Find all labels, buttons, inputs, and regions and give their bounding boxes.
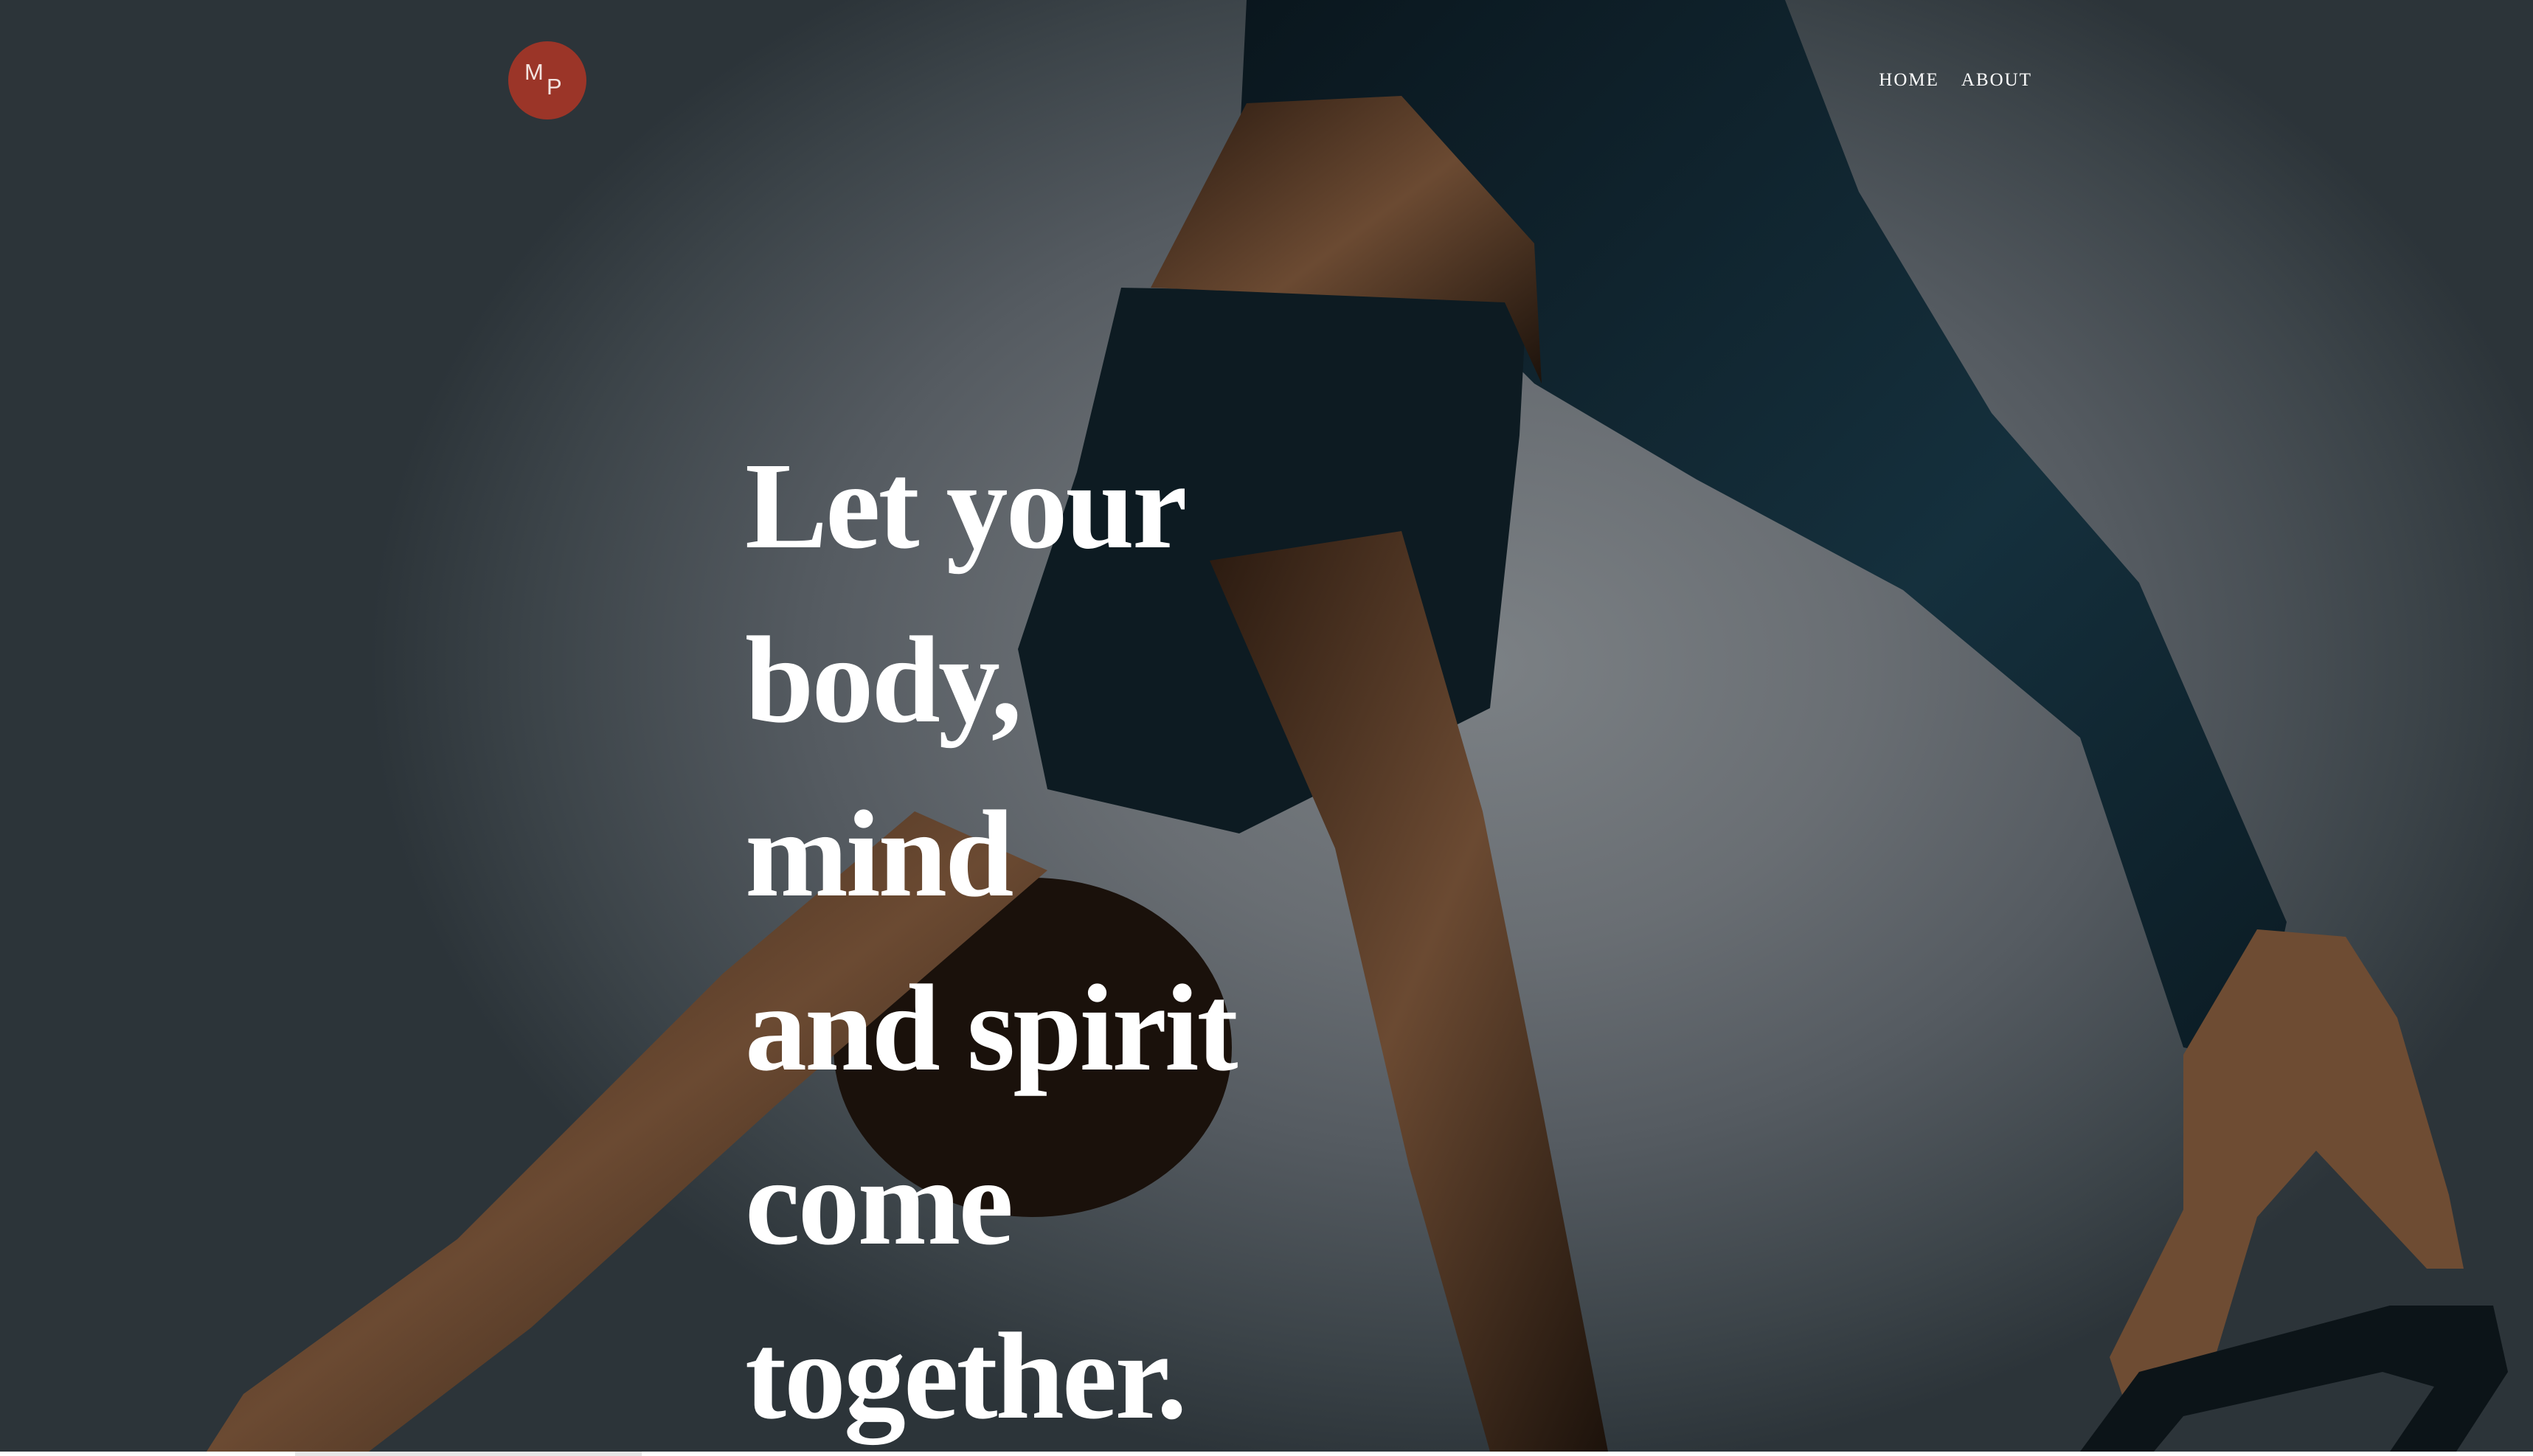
logo-letter-p: P [547, 74, 562, 100]
headline-line: come [745, 1134, 1013, 1271]
logo-monogram: M P [508, 41, 586, 119]
figure-arm-right [1210, 531, 1608, 1452]
headline-line: Let your [745, 437, 1188, 575]
headline-line: and spirit [745, 960, 1238, 1097]
bottom-edge [0, 1452, 2533, 1456]
logo-link[interactable]: M P [508, 41, 586, 119]
nav-link-about[interactable]: ABOUT [1961, 68, 2032, 93]
main-nav: HOME ABOUT [1879, 68, 2032, 93]
logo-letter-m: M [524, 59, 544, 85]
page: M P HOME ABOUT Let your body, mind and s… [0, 0, 2533, 1456]
headline-line: mind [745, 786, 1013, 923]
headline-line: together. [745, 1308, 1188, 1445]
nav-link-home[interactable]: HOME [1879, 68, 1939, 93]
horizontal-scrollbar-thumb[interactable] [295, 1452, 642, 1456]
site-header: M P HOME ABOUT [0, 0, 2533, 162]
headline-line: body, [745, 611, 1022, 749]
hero-headline: Let your body, mind and spirit come toge… [745, 419, 1238, 1456]
hero-photo [207, 0, 2508, 1452]
